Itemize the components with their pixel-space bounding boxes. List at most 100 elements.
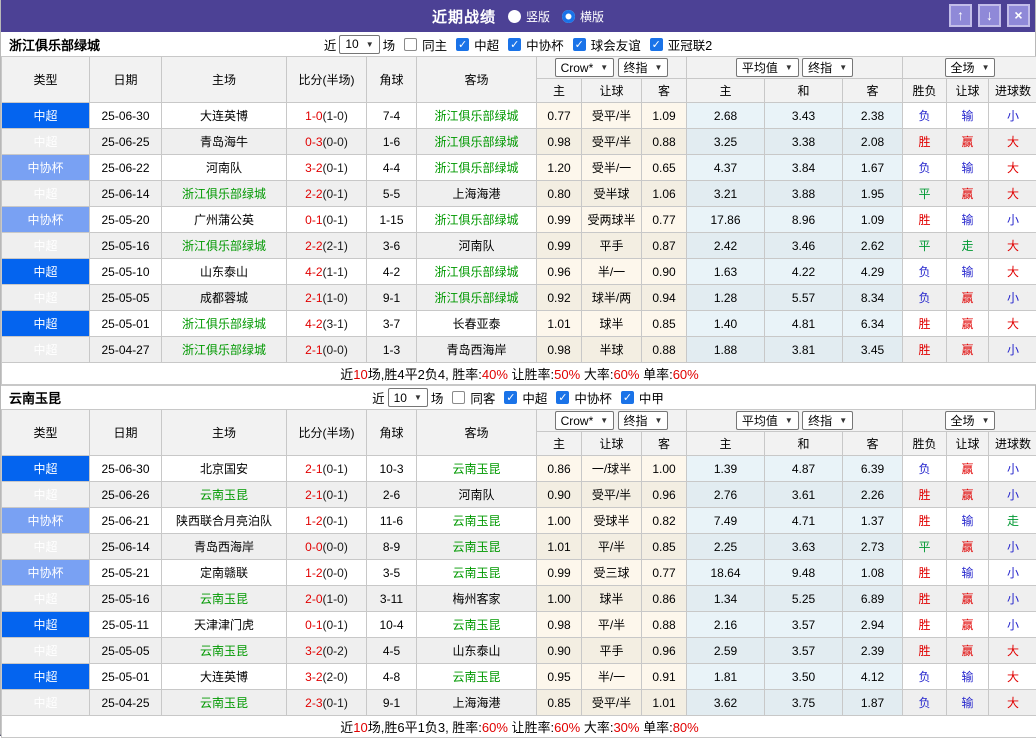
away-team: 河南队 — [417, 233, 537, 259]
result-goals: 小 — [989, 337, 1036, 363]
away-team: 云南玉昆 — [417, 508, 537, 534]
move-up-button[interactable]: ↑ — [949, 4, 972, 27]
recent-count-select-value: 10 — [345, 37, 358, 51]
avg-home-odds: 1.34 — [687, 586, 765, 612]
home-team: 云南玉昆 — [162, 482, 287, 508]
filter-checkbox-3[interactable]: ✓ — [621, 391, 634, 404]
result-handicap: 赢 — [947, 285, 989, 311]
final-odds-select-value: 终指 — [624, 59, 648, 76]
filter-checkbox-3[interactable]: ✓ — [573, 38, 586, 51]
summary-text: 近10场,胜4平2负4, 胜率:40% 让胜率:50% 大率:60% 单率:60… — [2, 363, 1036, 385]
summary-row: 近10场,胜4平2负4, 胜率:40% 让胜率:50% 大率:60% 单率:60… — [2, 363, 1036, 385]
column-header-0: 类型 — [2, 410, 90, 456]
close-button[interactable]: × — [1007, 4, 1030, 27]
radio-horizontal-icon[interactable] — [562, 10, 575, 23]
filter-checkbox-0[interactable] — [452, 391, 465, 404]
crow-away-odds: 1.00 — [642, 456, 687, 482]
chevron-down-icon: ▼ — [785, 416, 793, 425]
recent-count-select[interactable]: 10▼ — [339, 35, 379, 54]
average-source-select[interactable]: 平均值▼ — [736, 411, 799, 430]
avg-draw-odds: 3.57 — [765, 612, 843, 638]
titlebar: 近期战绩 竖版 横版 ↑ ↓ × — [1, 0, 1035, 32]
result-handicap: 赢 — [947, 482, 989, 508]
avg-draw-odds: 4.71 — [765, 508, 843, 534]
filter-checkbox-4[interactable]: ✓ — [650, 38, 663, 51]
scope-select[interactable]: 全场▼ — [945, 58, 996, 77]
down-arrow-icon: ↓ — [986, 7, 993, 23]
result-winloss: 胜 — [903, 482, 947, 508]
avg-home-odds: 2.68 — [687, 103, 765, 129]
near-label: 近 — [324, 35, 337, 54]
column-header-5: 客场 — [417, 410, 537, 456]
final-odds-select-2[interactable]: 终指▼ — [802, 58, 853, 77]
league-badge: 中超 — [2, 181, 90, 207]
crow-home-odds: 1.20 — [537, 155, 582, 181]
match-date: 25-05-01 — [90, 311, 162, 337]
result-goals: 大 — [989, 233, 1036, 259]
crow-away-odds: 0.96 — [642, 638, 687, 664]
filter-checkbox-0[interactable] — [404, 38, 417, 51]
filter-checkbox-2[interactable]: ✓ — [508, 38, 521, 51]
result-handicap: 输 — [947, 259, 989, 285]
match-date: 25-06-21 — [90, 508, 162, 534]
crow-away-odds: 0.85 — [642, 534, 687, 560]
avg-away-odds: 3.45 — [843, 337, 903, 363]
corners-cell: 3-11 — [367, 586, 417, 612]
filter-checkbox-1[interactable]: ✓ — [456, 38, 469, 51]
avg-away-odds: 1.08 — [843, 560, 903, 586]
crow-home-odds: 1.01 — [537, 311, 582, 337]
avg-draw-odds: 3.57 — [765, 638, 843, 664]
crow-source-select[interactable]: Crow*▼ — [555, 411, 615, 430]
table-row: 中超25-06-30大连英博1-0(1-0)7-4浙江俱乐部绿城0.77受平/半… — [2, 103, 1036, 129]
result-goals: 小 — [989, 586, 1036, 612]
match-date: 25-05-01 — [90, 664, 162, 690]
table-row: 中协杯25-05-20广州蒲公英0-1(0-1)1-15浙江俱乐部绿城0.99受… — [2, 207, 1036, 233]
match-date: 25-06-14 — [90, 534, 162, 560]
table-row: 中超25-05-05成都蓉城2-1(1-0)9-1浙江俱乐部绿城0.92球半/两… — [2, 285, 1036, 311]
result-winloss: 负 — [903, 103, 947, 129]
league-badge: 中超 — [2, 285, 90, 311]
corners-cell: 10-3 — [367, 456, 417, 482]
close-icon: × — [1014, 7, 1022, 23]
radio-vertical[interactable]: 竖版 — [508, 8, 550, 25]
home-team: 北京国安 — [162, 456, 287, 482]
recent-count-select[interactable]: 10▼ — [388, 388, 428, 407]
result-handicap: 赢 — [947, 311, 989, 337]
crow-home-odds: 1.00 — [537, 586, 582, 612]
away-team: 上海海港 — [417, 181, 537, 207]
league-badge: 中超 — [2, 259, 90, 285]
filter-checkbox-2[interactable]: ✓ — [556, 391, 569, 404]
result-handicap: 输 — [947, 690, 989, 716]
radio-horizontal[interactable]: 横版 — [562, 8, 604, 25]
move-down-button[interactable]: ↓ — [978, 4, 1001, 27]
match-date: 25-04-25 — [90, 690, 162, 716]
final-odds-select-2[interactable]: 终指▼ — [802, 411, 853, 430]
final-odds-select[interactable]: 终指▼ — [618, 58, 669, 77]
scope-select[interactable]: 全场▼ — [945, 411, 996, 430]
crow-source-select[interactable]: Crow*▼ — [555, 58, 615, 77]
home-team: 云南玉昆 — [162, 690, 287, 716]
result-handicap: 赢 — [947, 586, 989, 612]
home-team: 云南玉昆 — [162, 638, 287, 664]
crow-handicap: 受平/半 — [582, 690, 642, 716]
crow-home-odds: 1.01 — [537, 534, 582, 560]
corners-cell: 7-4 — [367, 103, 417, 129]
avg-home-odds: 7.49 — [687, 508, 765, 534]
filter-checkbox-1[interactable]: ✓ — [504, 391, 517, 404]
home-team: 河南队 — [162, 155, 287, 181]
radio-vertical-icon[interactable] — [508, 10, 521, 23]
final-odds-select[interactable]: 终指▼ — [618, 411, 669, 430]
score-cell: 2-3(0-1) — [287, 690, 367, 716]
league-badge: 中超 — [2, 311, 90, 337]
league-badge: 中超 — [2, 586, 90, 612]
table-row: 中超25-06-25青岛海牛0-3(0-0)1-6浙江俱乐部绿城0.98受平/半… — [2, 129, 1036, 155]
chevron-down-icon: ▼ — [839, 63, 847, 72]
sub-column-header-8: 进球数 — [989, 79, 1036, 103]
corners-cell: 9-1 — [367, 285, 417, 311]
avg-draw-odds: 3.84 — [765, 155, 843, 181]
average-source-select[interactable]: 平均值▼ — [736, 58, 799, 77]
column-header-1: 日期 — [90, 410, 162, 456]
score-cell: 2-1(0-0) — [287, 337, 367, 363]
corners-cell: 11-6 — [367, 508, 417, 534]
result-goals: 大 — [989, 690, 1036, 716]
